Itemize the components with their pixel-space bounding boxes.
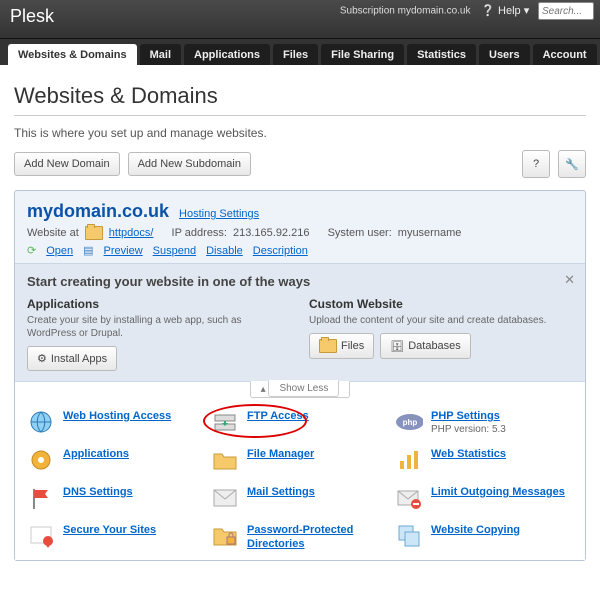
sysuser-value: myusername (398, 227, 462, 239)
add-domain-button[interactable]: Add New Domain (14, 152, 120, 176)
start-panel: ✕ Start creating your website in one of … (15, 263, 585, 381)
subscription-label: Subscription (340, 6, 395, 17)
hosting-settings-link[interactable]: Hosting Settings (179, 208, 259, 220)
tool-dns-settings[interactable]: DNS Settings (27, 484, 205, 512)
php-icon: php (395, 408, 423, 436)
wrench-icon: 🔧 (565, 158, 579, 171)
database-icon: 🗄 (390, 340, 404, 353)
apps-title: Applications (27, 297, 291, 311)
tool-file-manager[interactable]: File Manager (211, 446, 389, 474)
subscription-value: mydomain.co.uk (398, 6, 471, 17)
files-button[interactable]: Files (309, 333, 374, 359)
tab-file-sharing[interactable]: File Sharing (321, 44, 404, 65)
disable-link[interactable]: Disable (206, 245, 243, 257)
page-title: Websites & Domains (14, 83, 586, 109)
tool-php-settings[interactable]: php PHP SettingsPHP version: 5.3 (395, 408, 573, 436)
tab-files[interactable]: Files (273, 44, 318, 65)
description-link[interactable]: Description (253, 245, 308, 257)
brand-logo: Plesk (10, 6, 54, 27)
chart-icon (395, 446, 423, 474)
tool-web-hosting-access[interactable]: Web Hosting Access (27, 408, 205, 436)
open-icon: ⟳ (27, 244, 36, 257)
folder-icon (85, 226, 103, 240)
add-subdomain-button[interactable]: Add New Subdomain (128, 152, 251, 176)
tab-statistics[interactable]: Statistics (407, 44, 476, 65)
apps-desc: Create your site by installing a web app… (27, 314, 291, 340)
httpdocs-link[interactable]: httpdocs/ (109, 227, 154, 239)
start-heading: Start creating your website in one of th… (27, 274, 573, 289)
custom-desc: Upload the content of your site and crea… (309, 314, 573, 327)
databases-button[interactable]: 🗄 Databases (380, 333, 471, 359)
folder-icon (211, 446, 239, 474)
folder-icon (319, 339, 337, 353)
website-at-label: Website at (27, 227, 79, 239)
globe-icon (27, 408, 55, 436)
preview-icon: ▤ (83, 244, 93, 257)
tool-limit-outgoing[interactable]: Limit Outgoing Messages (395, 484, 573, 512)
tool-website-copying[interactable]: Website Copying (395, 522, 573, 550)
copy-icon (395, 522, 423, 550)
install-apps-button[interactable]: ⚙ Install Apps (27, 346, 117, 371)
tool-applications[interactable]: Applications (27, 446, 205, 474)
preview-link[interactable]: Preview (104, 245, 143, 257)
ip-label: IP address: (172, 227, 227, 239)
suspend-link[interactable]: Suspend (153, 245, 196, 257)
tool-secure-sites[interactable]: Secure Your Sites (27, 522, 205, 550)
mail-icon (211, 484, 239, 512)
domain-panel: mydomain.co.uk Hosting Settings Website … (14, 190, 586, 561)
search-input[interactable] (538, 2, 594, 20)
mail-limit-icon (395, 484, 423, 512)
tool-ftp-access[interactable]: FTP Access (211, 408, 389, 436)
svg-text:php: php (403, 418, 418, 427)
page-body: Websites & Domains This is where you set… (0, 65, 600, 573)
help-menu[interactable]: ❔ Help ▾ (481, 5, 529, 18)
tool-mail-settings[interactable]: Mail Settings (211, 484, 389, 512)
tool-web-statistics[interactable]: Web Statistics (395, 446, 573, 474)
domain-name: mydomain.co.uk (27, 201, 169, 222)
top-bar: Plesk Subscription mydomain.co.uk ❔ Help… (0, 0, 600, 38)
top-right: Subscription mydomain.co.uk ❔ Help ▾ (340, 2, 594, 20)
php-version-note: PHP version: 5.3 (431, 424, 506, 435)
custom-title: Custom Website (309, 297, 573, 311)
lock-folder-icon (211, 522, 239, 550)
settings-button[interactable]: 🔧 (558, 150, 586, 178)
gear-icon (27, 446, 55, 474)
flag-icon (27, 484, 55, 512)
close-icon[interactable]: ✕ (564, 272, 575, 288)
page-description: This is where you set up and manage webs… (14, 126, 586, 140)
tab-account[interactable]: Account (533, 44, 597, 65)
certificate-icon (27, 522, 55, 550)
show-less-toggle[interactable]: ▴ Show Less (250, 381, 351, 398)
ip-value: 213.165.92.216 (233, 227, 309, 239)
main-tabs: Websites & DomainsMailApplicationsFilesF… (0, 38, 600, 65)
toolbar: Add New Domain Add New Subdomain ? 🔧 (14, 150, 586, 178)
help-button[interactable]: ? (522, 150, 550, 178)
ftp-icon (211, 408, 239, 436)
sysuser-label: System user: (328, 227, 392, 239)
tab-applications[interactable]: Applications (184, 44, 270, 65)
tools-panel: ▴ Show Less Web Hosting Access FTP Acces… (15, 381, 585, 560)
tool-password-dirs[interactable]: Password-Protected Directories (211, 522, 389, 550)
tab-websites-domains[interactable]: Websites & Domains (8, 44, 137, 65)
gear-icon: ⚙ (37, 352, 47, 365)
tab-mail[interactable]: Mail (140, 44, 181, 65)
tab-users[interactable]: Users (479, 44, 530, 65)
open-link[interactable]: Open (46, 245, 73, 257)
